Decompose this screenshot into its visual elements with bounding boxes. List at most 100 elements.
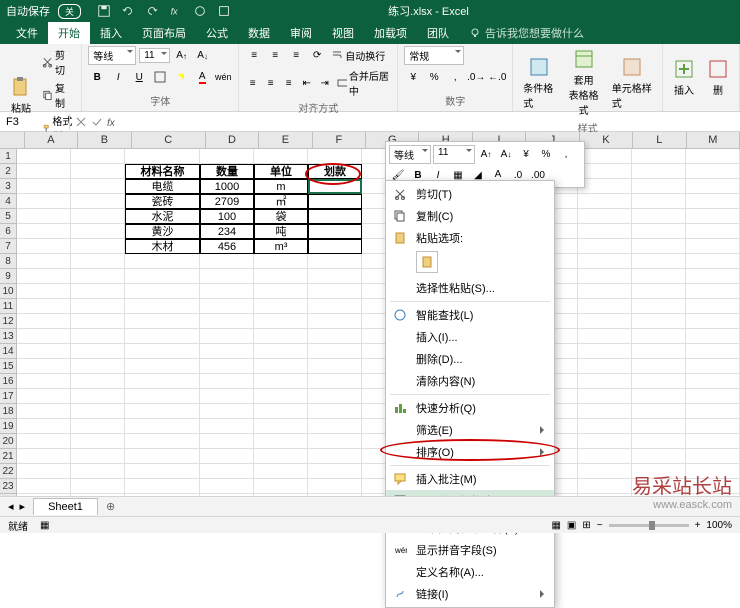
cell[interactable]: 234 [200,224,254,239]
cell[interactable] [17,164,71,179]
cell[interactable] [686,269,740,284]
cell[interactable] [632,239,686,254]
cell[interactable] [686,359,740,374]
cell[interactable] [200,149,254,164]
cell[interactable] [308,479,362,494]
cell[interactable] [200,284,254,299]
mini-comma-icon[interactable]: , [557,145,575,163]
cell[interactable] [17,479,71,494]
row-header[interactable]: 5 [0,209,17,224]
row-header[interactable]: 4 [0,194,17,209]
zoom-level[interactable]: 100% [706,520,732,531]
row-header[interactable]: 9 [0,269,17,284]
cell[interactable] [17,374,71,389]
tab-formulas[interactable]: 公式 [196,22,238,44]
cell[interactable] [578,299,632,314]
view-layout-icon[interactable]: ▣ [567,520,576,531]
phonetic-button[interactable]: wén [214,68,232,86]
table-format-button[interactable]: 套用 表格格式 [563,46,603,119]
cell[interactable] [125,149,200,164]
cell[interactable] [254,359,308,374]
menu-item[interactable]: 排序(O) [386,441,554,463]
cell[interactable] [308,419,362,434]
cell[interactable] [632,269,686,284]
row-header[interactable]: 10 [0,284,17,299]
cell[interactable] [254,284,308,299]
cell[interactable] [17,389,71,404]
tab-review[interactable]: 审阅 [280,22,322,44]
cond-format-button[interactable]: 条件格式 [519,54,559,112]
sheet-tab[interactable]: Sheet1 [33,498,98,515]
cell[interactable] [632,404,686,419]
align-bottom-icon[interactable]: ≡ [287,46,305,64]
cell[interactable] [200,344,254,359]
status-macro-icon[interactable]: ▦ [40,520,49,531]
inc-decimal-icon[interactable]: .0→ [467,68,485,86]
row-header[interactable]: 14 [0,344,17,359]
menu-item[interactable]: 选择性粘贴(S)... [386,277,554,299]
cell[interactable] [578,284,632,299]
cell[interactable] [254,299,308,314]
cell[interactable] [308,284,362,299]
cell[interactable] [632,434,686,449]
cell[interactable]: 水泥 [125,209,200,224]
cell[interactable] [254,419,308,434]
number-format-select[interactable]: 常规 [404,46,464,65]
cell[interactable] [308,314,362,329]
fill-color-button[interactable] [172,68,190,86]
underline-button[interactable]: U [130,68,148,86]
menu-item[interactable]: 智能查找(L) [386,304,554,326]
row-header[interactable]: 8 [0,254,17,269]
cell[interactable] [71,404,125,419]
cell[interactable] [71,329,125,344]
font-name-select[interactable]: 等线 [88,46,136,65]
cell[interactable] [125,374,200,389]
bold-button[interactable]: B [88,68,106,86]
col-header[interactable]: F [313,132,366,148]
row-header[interactable]: 16 [0,374,17,389]
cell[interactable] [578,479,632,494]
cell[interactable]: 数量 [200,164,254,179]
cell[interactable] [686,449,740,464]
cell[interactable] [200,299,254,314]
cell[interactable] [686,194,740,209]
cell[interactable] [578,359,632,374]
align-center-icon[interactable]: ≡ [263,74,278,92]
cell[interactable] [71,344,125,359]
row-header[interactable]: 21 [0,449,17,464]
cell[interactable]: m [254,179,308,194]
cell[interactable] [308,374,362,389]
cell[interactable] [71,179,125,194]
cell[interactable] [578,179,632,194]
cell[interactable] [632,314,686,329]
menu-item[interactable]: 删除(D)... [386,348,554,370]
cell[interactable] [632,359,686,374]
cell[interactable] [578,329,632,344]
cell[interactable] [71,224,125,239]
cell[interactable] [125,314,200,329]
cell[interactable] [308,224,362,239]
cell[interactable] [686,404,740,419]
cell[interactable] [125,284,200,299]
cell[interactable] [632,254,686,269]
cell[interactable] [308,434,362,449]
cell[interactable]: 456 [200,239,254,254]
cell[interactable] [125,269,200,284]
cell[interactable] [71,464,125,479]
menu-item[interactable]: 插入批注(M) [386,468,554,490]
cell[interactable] [71,239,125,254]
mini-percent-icon[interactable]: % [537,145,555,163]
comma-icon[interactable]: , [446,68,464,86]
cell[interactable]: m³ [254,239,308,254]
col-header[interactable]: B [78,132,131,148]
cell[interactable] [125,434,200,449]
cell[interactable] [308,359,362,374]
cell[interactable] [578,389,632,404]
col-header[interactable]: E [259,132,312,148]
paste-button[interactable]: 粘贴 [6,74,36,117]
cell[interactable] [632,179,686,194]
cell[interactable] [200,479,254,494]
row-header[interactable]: 2 [0,164,17,179]
cell[interactable] [71,479,125,494]
dec-decimal-icon[interactable]: ←.0 [488,68,506,86]
